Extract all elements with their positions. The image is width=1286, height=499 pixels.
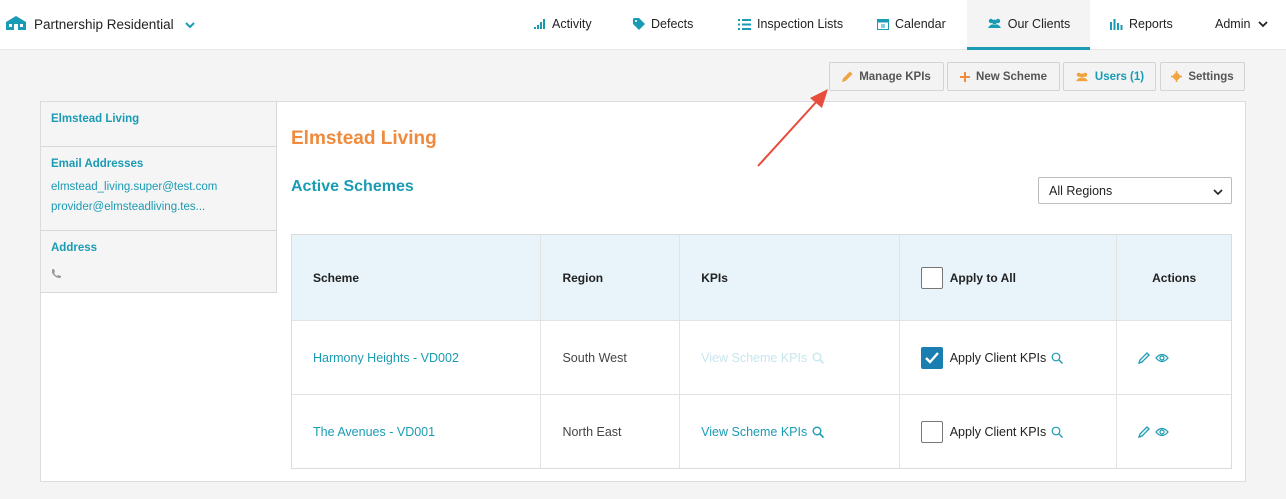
sidebar-address-section: Address — [41, 231, 276, 284]
page-title: Elmstead Living — [291, 128, 437, 149]
schemes-table: Scheme Region KPIs Apply to All Actions … — [291, 234, 1232, 469]
apply-kpis-cell: Apply Client KPIs — [898, 321, 1117, 394]
search-icon[interactable] — [1051, 426, 1064, 438]
tag-icon — [633, 18, 645, 30]
email-link[interactable]: provider@elmsteadliving.tes... — [51, 201, 266, 213]
header-scheme: Scheme — [313, 270, 360, 285]
region-value: North East — [562, 424, 622, 439]
settings-label: Settings — [1188, 70, 1234, 83]
sidebar-client-section: Elmstead Living — [41, 102, 276, 147]
manage-kpis-label: Manage KPIs — [859, 70, 931, 83]
table-row: The Avenues - VD001 North East View Sche… — [292, 394, 1231, 468]
section-title: Active Schemes — [291, 178, 414, 195]
region-cell: North East — [540, 395, 679, 468]
nav-inspection-lists[interactable]: Inspection Lists — [738, 0, 843, 48]
sidebar-email-heading: Email Addresses — [51, 158, 144, 170]
actions-cell — [1116, 321, 1231, 394]
sidebar-email-section: Email Addresses elmstead_living.super@te… — [41, 147, 276, 231]
sidebar-client-name: Elmstead Living — [51, 113, 140, 125]
apply-client-kpis-label: Apply Client KPIs — [949, 424, 1047, 439]
table-row: Harmony Heights - VD002 South West View … — [292, 320, 1231, 394]
chevron-down-icon[interactable] — [184, 18, 196, 30]
activity-bars-icon — [534, 19, 546, 29]
eye-icon[interactable] — [1155, 353, 1170, 363]
settings-button[interactable]: Settings — [1160, 62, 1245, 91]
brand-switcher[interactable]: Partnership Residential — [6, 0, 196, 48]
view-scheme-kpis-link[interactable]: View Scheme KPIs — [701, 425, 807, 439]
nav-our-clients-label: Our Clients — [1007, 16, 1071, 31]
search-icon — [812, 352, 825, 364]
phone-icon — [51, 266, 266, 284]
email-link[interactable]: elmstead_living.super@test.com — [51, 181, 266, 193]
calendar-icon — [877, 18, 889, 30]
header-actions: Actions — [1116, 235, 1231, 320]
pencil-icon[interactable] — [1138, 425, 1151, 438]
header-apply-all: Apply to All — [898, 235, 1117, 320]
nav-admin-label: Admin — [1215, 17, 1251, 31]
actions-cell — [1116, 395, 1231, 468]
manage-kpis-button[interactable]: Manage KPIs — [829, 62, 944, 91]
nav-activity[interactable]: Activity — [534, 0, 592, 48]
apply-all-checkbox[interactable] — [920, 266, 943, 289]
nav-inspection-lists-label: Inspection Lists — [757, 17, 844, 31]
house-icon — [6, 16, 26, 30]
header-region: Region — [540, 235, 679, 320]
scheme-link[interactable]: Harmony Heights - VD002 — [313, 351, 459, 365]
nav-activity-label: Activity — [552, 17, 592, 31]
search-icon[interactable] — [1051, 352, 1064, 364]
sidebar-address-heading: Address — [51, 242, 98, 254]
nav-defects[interactable]: Defects — [633, 0, 693, 48]
red-arrow-annotation — [752, 86, 832, 175]
region-filter-value: All Regions — [1049, 183, 1113, 198]
nav-reports-label: Reports — [1129, 17, 1173, 31]
users-icon — [1075, 72, 1089, 82]
scheme-cell: The Avenues - VD001 — [292, 395, 540, 468]
view-scheme-kpis-link: View Scheme KPIs — [701, 350, 808, 365]
region-value: South West — [562, 350, 627, 365]
chevron-down-icon — [1258, 19, 1269, 29]
nav-our-clients[interactable]: Our Clients — [967, 0, 1090, 50]
table-header-row: Scheme Region KPIs Apply to All Actions — [292, 235, 1231, 320]
users-button[interactable]: Users (1) — [1063, 62, 1156, 91]
users-label: Users (1) — [1094, 70, 1145, 83]
nav-calendar-label: Calendar — [895, 17, 946, 31]
scheme-cell: Harmony Heights - VD002 — [292, 321, 540, 394]
users-icon — [987, 18, 1002, 29]
checkmark-icon — [924, 351, 939, 364]
apply-kpis-cell: Apply Client KPIs — [898, 395, 1117, 468]
top-navigation: Partnership Residential Activity Defects… — [0, 0, 1286, 50]
bar-chart-icon — [1110, 18, 1123, 30]
region-filter-select[interactable]: All Regions — [1038, 177, 1232, 204]
client-panel: Elmstead Living Email Addresses elmstead… — [40, 101, 1246, 482]
search-icon[interactable] — [812, 426, 825, 438]
new-scheme-button[interactable]: New Scheme — [947, 62, 1060, 91]
nav-admin-menu[interactable]: Admin — [1215, 0, 1269, 48]
apply-client-kpis-checkbox[interactable] — [920, 346, 943, 369]
pencil-icon — [842, 71, 853, 82]
plus-icon — [960, 71, 971, 82]
region-cell: South West — [540, 321, 679, 394]
brand-name: Partnership Residential — [34, 16, 174, 32]
nav-reports[interactable]: Reports — [1110, 0, 1173, 48]
apply-client-kpis-label: Apply Client KPIs — [949, 350, 1047, 365]
nav-calendar[interactable]: Calendar — [877, 0, 946, 48]
client-sidebar: Elmstead Living Email Addresses elmstead… — [41, 102, 277, 293]
apply-all-label: Apply to All — [949, 270, 1016, 285]
chevron-down-icon — [1213, 186, 1223, 200]
new-scheme-label: New Scheme — [976, 70, 1047, 83]
kpis-cell: View Scheme KPIs — [679, 395, 899, 468]
pencil-icon[interactable] — [1138, 351, 1151, 364]
nav-defects-label: Defects — [651, 17, 694, 31]
eye-icon[interactable] — [1155, 427, 1170, 437]
kpis-cell: View Scheme KPIs — [679, 321, 899, 394]
gear-icon — [1171, 71, 1183, 82]
apply-client-kpis-checkbox[interactable] — [920, 420, 943, 443]
header-kpis: KPIs — [679, 235, 899, 320]
list-icon — [738, 18, 751, 30]
scheme-link[interactable]: The Avenues - VD001 — [313, 425, 435, 439]
